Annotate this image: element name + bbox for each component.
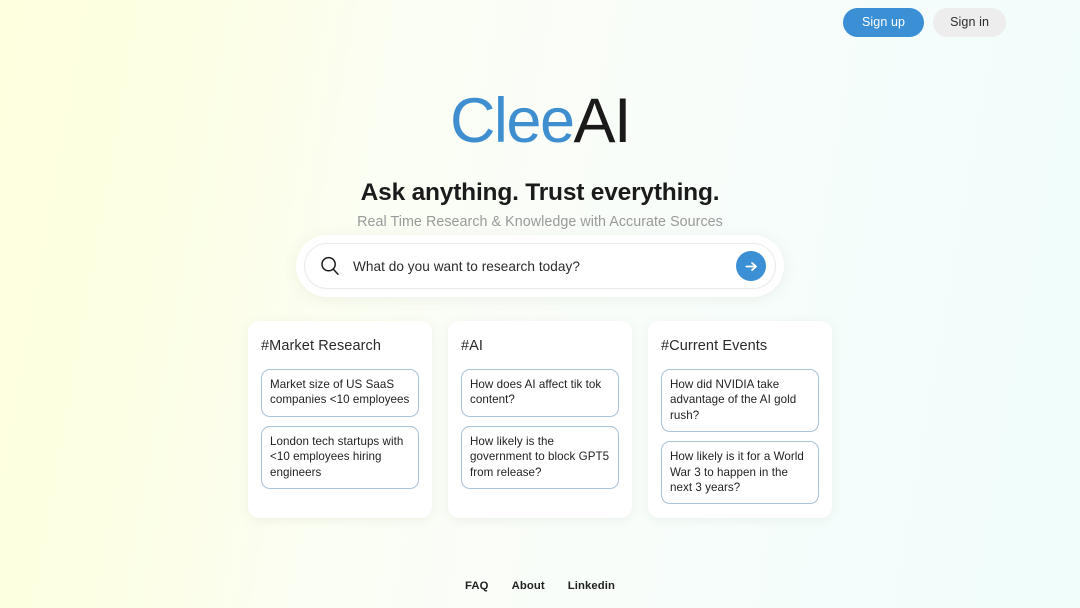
arrow-right-icon — [744, 259, 759, 274]
suggestion-cards: #Market Research Market size of US SaaS … — [248, 321, 832, 519]
hero-section: CleeAI Ask anything. Trust everything. R… — [0, 86, 1080, 232]
suggestion-card: #Current Events How did NVIDIA take adva… — [648, 321, 832, 519]
suggestion-pill[interactable]: Market size of US SaaS companies <10 emp… — [261, 369, 419, 417]
footer: FAQ About Linkedin — [0, 580, 1080, 592]
suggestion-pill[interactable]: How likely is it for a World War 3 to ha… — [661, 441, 819, 505]
sign-up-button[interactable]: Sign up — [842, 7, 925, 37]
footer-link-linkedin[interactable]: Linkedin — [568, 580, 615, 592]
suggestion-card: #AI How does AI affect tik tok content? … — [448, 321, 632, 519]
suggestion-pill[interactable]: How does AI affect tik tok content? — [461, 369, 619, 417]
search-container — [296, 235, 784, 297]
search-input[interactable] — [353, 258, 736, 274]
card-title: #Current Events — [661, 338, 768, 354]
sign-in-button[interactable]: Sign in — [933, 7, 1006, 37]
app-logo: CleeAI — [0, 86, 1080, 156]
page-subtitle: Real Time Research & Knowledge with Accu… — [357, 214, 723, 230]
card-title: #Market Research — [261, 338, 382, 354]
page-title: Ask anything. Trust everything. — [360, 179, 720, 206]
logo-text-secondary: AI — [573, 86, 632, 156]
suggestion-pill[interactable]: How did NVIDIA take advantage of the AI … — [661, 369, 819, 433]
suggestion-pill[interactable]: How likely is the government to block GP… — [461, 425, 619, 490]
search-icon — [319, 255, 341, 277]
top-navigation-bar: Sign up Sign in — [0, 0, 1080, 44]
footer-link-faq[interactable]: FAQ — [465, 580, 489, 592]
search-submit-button[interactable] — [736, 251, 766, 281]
suggestion-card: #Market Research Market size of US SaaS … — [248, 321, 432, 519]
search-bar[interactable] — [304, 243, 776, 289]
card-title: #AI — [461, 338, 484, 354]
suggestion-pill[interactable]: London tech startups with <10 employees … — [261, 425, 419, 490]
footer-link-about[interactable]: About — [512, 580, 545, 592]
logo-text-primary: Clee — [449, 86, 575, 156]
